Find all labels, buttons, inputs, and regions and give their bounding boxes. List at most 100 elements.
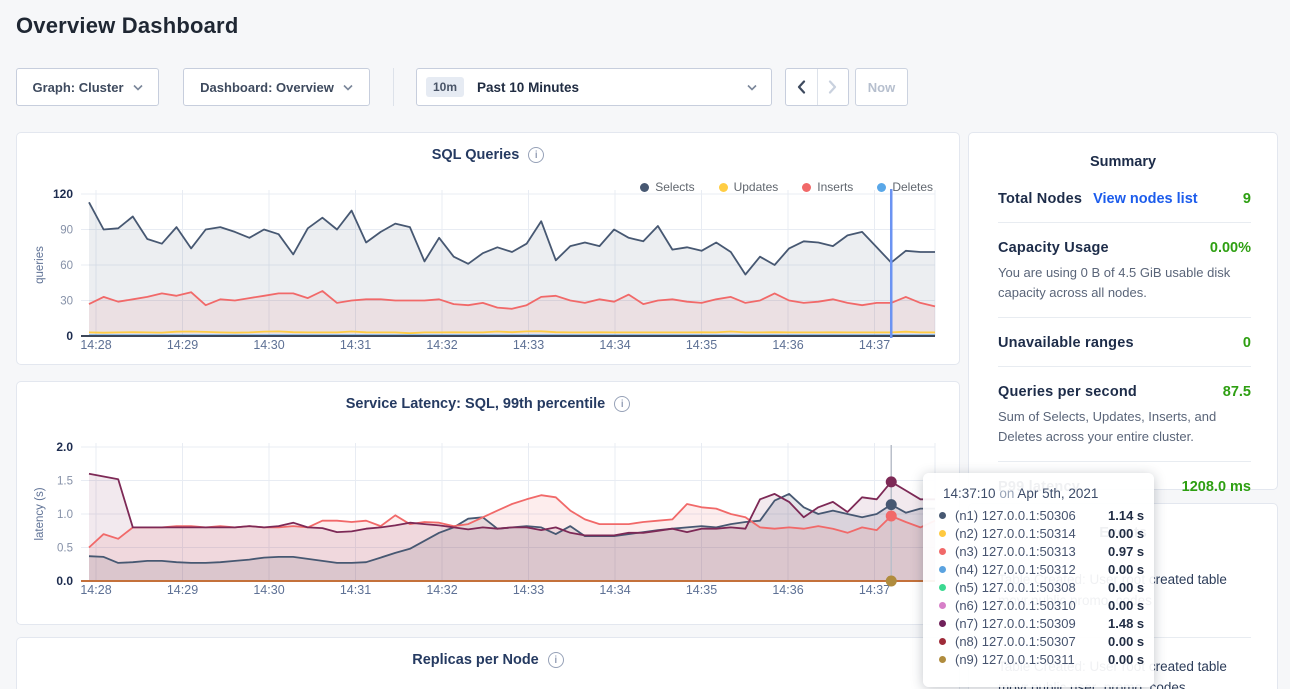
- tooltip-row: (n6) 127.0.0.1:503100.00 s: [938, 596, 1154, 614]
- chevron-down-icon: [747, 84, 757, 91]
- sql-queries-plot[interactable]: 14:2814:2914:3014:3114:3214:3314:3414:35…: [17, 133, 961, 366]
- legend-label: Selects: [655, 180, 694, 194]
- svg-text:120: 120: [53, 187, 73, 201]
- chart-title: Service Latency: SQL, 99th percentile: [346, 396, 606, 412]
- node-color-dot: [939, 530, 946, 537]
- legend-item-deletes[interactable]: Deletes: [877, 180, 933, 194]
- tooltip-row: (n8) 127.0.0.1:503070.00 s: [938, 632, 1154, 650]
- tooltip-node-address: (n3) 127.0.0.1:50313: [955, 544, 1108, 559]
- node-color-dot: [939, 566, 946, 573]
- node-color-dot: [939, 620, 946, 627]
- svg-text:0.0: 0.0: [56, 574, 73, 588]
- tooltip-row: (n2) 127.0.0.1:503140.00 s: [938, 524, 1154, 542]
- svg-text:14:32: 14:32: [426, 338, 457, 352]
- summary-row: Capacity Usage 0.00% You are using 0 B of …: [998, 223, 1251, 318]
- node-color-dot: [939, 512, 946, 519]
- tooltip-row: (n7) 127.0.0.1:503091.48 s: [938, 614, 1154, 632]
- tooltip-row: (n9) 127.0.0.1:503110.00 s: [938, 650, 1154, 668]
- summary-row: Total Nodes View nodes list 9: [998, 174, 1251, 223]
- summary-panel: Summary Total Nodes View nodes list 9 Capac…: [968, 132, 1278, 490]
- chart-title: Replicas per Node: [412, 652, 539, 668]
- summary-panel-title: Summary: [969, 133, 1277, 170]
- chevron-right-icon: [828, 80, 837, 94]
- svg-text:1.0: 1.0: [57, 509, 73, 521]
- summary-value: 0: [1243, 335, 1251, 351]
- summary-label: Queries per second: [998, 384, 1137, 400]
- legend-label: Deletes: [892, 180, 933, 194]
- tooltip-node-value: 1.14 s: [1108, 508, 1144, 523]
- summary-value: 0.00%: [1210, 240, 1251, 256]
- svg-text:90: 90: [60, 225, 73, 237]
- time-back-button[interactable]: [786, 69, 817, 105]
- svg-text:latency (s): latency (s): [34, 487, 46, 540]
- legend-dot: [802, 183, 811, 192]
- tooltip-node-value: 1.48 s: [1108, 616, 1144, 631]
- tooltip-node-value: 0.00 s: [1108, 652, 1144, 667]
- svg-text:14:36: 14:36: [772, 583, 803, 597]
- svg-text:60: 60: [60, 260, 73, 272]
- node-color-dot: [939, 602, 946, 609]
- view-nodes-list-link[interactable]: View nodes list: [1093, 191, 1198, 207]
- svg-text:14:29: 14:29: [167, 583, 198, 597]
- sql-queries-legend: Selects Updates Inserts Deletes: [640, 180, 933, 194]
- legend-dot: [640, 183, 649, 192]
- chevron-down-icon: [133, 84, 143, 91]
- info-icon[interactable]: [548, 652, 564, 668]
- summary-rows: Total Nodes View nodes list 9 Capacity Usag…: [969, 170, 1277, 510]
- svg-text:14:28: 14:28: [80, 338, 111, 352]
- time-range-picker[interactable]: 10m Past 10 Minutes: [416, 68, 772, 106]
- svg-text:14:33: 14:33: [513, 583, 544, 597]
- node-color-dot: [939, 656, 946, 663]
- legend-item-inserts[interactable]: Inserts: [802, 180, 853, 194]
- svg-text:14:31: 14:31: [340, 583, 371, 597]
- service-latency-plot[interactable]: 14:28 14:29 14:30 14:31 14:32 14:33 14:34 14:35…: [17, 382, 961, 626]
- legend-label: Updates: [734, 180, 779, 194]
- legend-dot: [877, 183, 886, 192]
- info-icon[interactable]: [614, 396, 630, 412]
- summary-value: 9: [1243, 191, 1251, 207]
- summary-label: Unavailable ranges: [998, 335, 1134, 351]
- page-title: Overview Dashboard: [16, 13, 238, 39]
- summary-label: Total Nodes: [998, 191, 1082, 207]
- svg-text:14:30: 14:30: [253, 583, 284, 597]
- svg-text:14:35: 14:35: [686, 583, 717, 597]
- svg-text:14:30: 14:30: [253, 338, 284, 352]
- summary-value: 87.5: [1223, 384, 1251, 400]
- svg-text:14:33: 14:33: [513, 338, 544, 352]
- tooltip-row: (n5) 127.0.0.1:503080.00 s: [938, 578, 1154, 596]
- now-button[interactable]: Now: [855, 68, 908, 106]
- svg-text:14:36: 14:36: [772, 338, 803, 352]
- svg-text:2.0: 2.0: [56, 440, 73, 454]
- svg-text:14:34: 14:34: [599, 583, 630, 597]
- svg-text:14:32: 14:32: [426, 583, 457, 597]
- summary-row: Unavailable ranges 0: [998, 318, 1251, 367]
- tooltip-row: (n3) 127.0.0.1:503130.97 s: [938, 542, 1154, 560]
- graph-dropdown[interactable]: Graph: Cluster: [16, 68, 159, 106]
- info-icon[interactable]: [528, 147, 544, 163]
- now-button-label: Now: [868, 80, 895, 95]
- summary-value: 1208.0 ms: [1182, 479, 1251, 495]
- chevron-down-icon: [343, 84, 353, 91]
- node-color-dot: [939, 638, 946, 645]
- dashboard-dropdown-label: Dashboard: Overview: [200, 80, 334, 95]
- replicas-per-node-chart-card: Replicas per Node: [16, 637, 960, 689]
- svg-text:0: 0: [66, 329, 73, 343]
- chevron-left-icon: [797, 80, 806, 94]
- time-range-label: Past 10 Minutes: [477, 80, 579, 95]
- tooltip-node-address: (n4) 127.0.0.1:50312: [955, 562, 1108, 577]
- dashboard-dropdown[interactable]: Dashboard: Overview: [183, 68, 370, 106]
- summary-label: Capacity Usage: [998, 240, 1109, 256]
- tooltip-node-address: (n2) 127.0.0.1:50314: [955, 526, 1108, 541]
- time-forward-button[interactable]: [817, 69, 849, 105]
- legend-item-selects[interactable]: Selects: [640, 180, 694, 194]
- tooltip-node-value: 0.00 s: [1108, 598, 1144, 613]
- sql-queries-chart-card: SQL Queries SelectsUpdatesInsertsDeletes…: [16, 132, 960, 365]
- svg-text:queries: queries: [34, 246, 46, 284]
- legend-dot: [719, 183, 728, 192]
- legend-item-updates[interactable]: Updates: [719, 180, 779, 194]
- summary-description: You are using 0 B of 4.5 GiB usable disk…: [998, 263, 1251, 302]
- svg-text:14:37: 14:37: [859, 583, 890, 597]
- summary-description: Sum of Selects, Updates, Inserts, and De…: [998, 407, 1251, 446]
- svg-text:14:28: 14:28: [80, 583, 111, 597]
- tooltip-node-value: 0.97 s: [1108, 544, 1144, 559]
